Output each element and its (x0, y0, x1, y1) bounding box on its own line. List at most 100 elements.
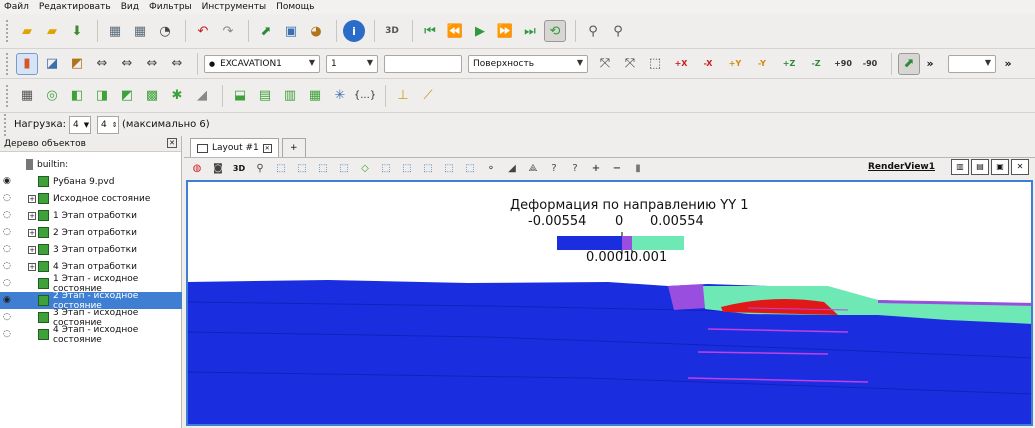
select-points-icon[interactable]: ⬚ (293, 160, 311, 176)
axes-icon[interactable]: ⊥ (392, 85, 414, 107)
info-icon[interactable]: i (343, 20, 365, 42)
extract-level-icon[interactable]: ▥ (279, 85, 301, 107)
grow-selection-icon[interactable]: ⚬ (482, 160, 500, 176)
toolbar-grip[interactable] (6, 20, 10, 42)
find-data-icon[interactable]: ⚲ (582, 20, 604, 42)
open-recent-icon[interactable]: ▰ (41, 20, 63, 42)
loop-icon[interactable]: ⟲ (544, 20, 566, 42)
select-points-on-icon[interactable]: ⬚ (461, 160, 479, 176)
representation-combo[interactable]: Поверхность ▼ (468, 54, 588, 73)
reset-camera-icon[interactable]: ◍ (188, 160, 206, 176)
trash-icon[interactable]: ▮ (629, 160, 647, 176)
blank-field[interactable] (384, 54, 462, 73)
save-state-icon[interactable]: ▦ (104, 20, 126, 42)
rotate-plus-90-icon[interactable]: +90 (831, 53, 855, 75)
menu-edit[interactable]: Редактировать (39, 2, 111, 12)
first-frame-icon[interactable]: ⏮ (419, 20, 441, 42)
tree-item[interactable]: ◌ 3 Этап - исходное состояние (0, 308, 182, 328)
disconnect-icon[interactable]: ▣ (280, 20, 302, 42)
overflow-combo[interactable]: ▼ (948, 54, 996, 73)
redo-icon[interactable]: ↷ (217, 20, 239, 42)
rescale-icon[interactable]: ◩ (66, 53, 88, 75)
eye-hidden-icon[interactable]: ◌ (3, 262, 17, 271)
rescale-visible-icon[interactable]: ⇔ (116, 53, 138, 75)
close-tab-icon[interactable]: ✕ (262, 143, 272, 153)
toolbar-grip[interactable] (6, 52, 10, 75)
capture-screenshot-icon[interactable]: ◙ (209, 160, 227, 176)
toolbar-grip[interactable] (4, 113, 8, 136)
eye-hidden-icon[interactable]: ◌ (3, 279, 17, 288)
expand-icon[interactable]: + (28, 228, 36, 237)
query-icon[interactable]: ⚲ (607, 20, 629, 42)
ruler-icon[interactable]: ⟋ (417, 85, 439, 107)
add-tab-button[interactable]: + (281, 138, 306, 157)
group-datasets-icon[interactable]: ▤ (254, 85, 276, 107)
render-view[interactable]: Деформация по направлению YY 1 -0.00554 … (186, 180, 1033, 426)
eye-hidden-icon[interactable]: ◌ (3, 194, 17, 203)
clip-icon[interactable]: ◧ (66, 85, 88, 107)
render-view-label[interactable]: RenderView1 (868, 162, 935, 172)
extract-subset-icon[interactable]: ▩ (141, 85, 163, 107)
maximize-icon[interactable]: ▣ (991, 159, 1009, 175)
menu-filters[interactable]: Фильтры (149, 2, 192, 12)
point-query-icon[interactable]: ? (566, 160, 584, 176)
edit-color-map-icon[interactable]: ◪ (41, 53, 63, 75)
3d-icon[interactable]: 3D (381, 20, 403, 42)
toolbar-overflow-icon-2[interactable]: » (1002, 53, 1014, 75)
interactive-select-icon[interactable]: ⬚ (377, 160, 395, 176)
view-plus-x-icon[interactable]: +X (669, 53, 693, 75)
zoom-box-icon[interactable]: ⚲ (251, 160, 269, 176)
view-minus-x-icon[interactable]: -X (696, 53, 720, 75)
glyph-icon[interactable]: ✱ (166, 85, 188, 107)
menu-tools[interactable]: Инструменты (202, 2, 266, 12)
tab-layout-1[interactable]: Layout #1 ✕ (190, 138, 279, 157)
interaction-mode-icon[interactable]: ⬈ (898, 52, 920, 75)
expand-icon[interactable]: + (28, 194, 36, 203)
expand-icon[interactable]: + (28, 245, 36, 254)
eye-hidden-icon[interactable]: ◌ (3, 313, 17, 322)
threshold-icon[interactable]: ◩ (116, 85, 138, 107)
programmable-filter-icon[interactable]: {...} (354, 85, 376, 107)
timer-icon[interactable]: ◔ (154, 20, 176, 42)
select-frustum-icon[interactable]: ⬚ (314, 160, 332, 176)
remove-icon[interactable]: − (608, 160, 626, 176)
find-icon[interactable]: ⟁ (524, 160, 542, 176)
toggle-color-legend-icon[interactable]: ▮ (16, 52, 38, 75)
close-icon[interactable]: ✕ (167, 138, 177, 148)
slice-icon[interactable]: ◨ (91, 85, 113, 107)
play-icon[interactable]: ▶ (469, 20, 491, 42)
load-spinbox-1[interactable]: 4 ▼ (69, 115, 92, 134)
select-cells-icon[interactable]: ⬚ (272, 160, 290, 176)
eye-hidden-icon[interactable]: ◌ (3, 211, 17, 220)
warp-by-vector-icon[interactable]: ⬓ (229, 85, 251, 107)
close-view-icon[interactable]: ✕ (1011, 159, 1029, 175)
rescale-custom-icon[interactable]: ⇔ (91, 53, 113, 75)
undo-icon[interactable]: ↶ (192, 20, 214, 42)
menu-view[interactable]: Вид (121, 2, 139, 12)
load-state-icon[interactable]: ▦ (129, 20, 151, 42)
eye-hidden-icon[interactable]: ◌ (3, 330, 17, 339)
select-block-icon[interactable]: ⬚ (335, 160, 353, 176)
tree-item-selected[interactable]: ◉ 2 Этап - исходное состояние (0, 291, 182, 311)
select-polygon-icon[interactable]: ◇ (356, 160, 374, 176)
add-icon[interactable]: + (587, 160, 605, 176)
eye-visible-icon[interactable]: ◉ (3, 177, 17, 186)
dataset-combo[interactable]: ● EXCAVATION1 ▼ (204, 54, 320, 73)
shrink-selection-icon[interactable]: ◢ (503, 160, 521, 176)
view-3d-toggle[interactable]: 3D (230, 160, 248, 176)
previous-frame-icon[interactable]: ⏪ (444, 20, 466, 42)
split-horizontal-icon[interactable]: ▥ (951, 159, 969, 175)
reset-camera-icon[interactable]: ⤧ (594, 53, 616, 75)
connect-icon[interactable]: ⬈ (255, 20, 277, 42)
component-combo[interactable]: 1 ▼ (326, 54, 378, 73)
open-folder-icon[interactable]: ▰ (16, 20, 38, 42)
hover-query-icon[interactable]: ? (545, 160, 563, 176)
rescale-temporal-icon[interactable]: ⇔ (141, 53, 163, 75)
zoom-to-data-icon[interactable]: ⤧ (619, 53, 641, 75)
tree-item[interactable]: ◌ 1 Этап - исходное состояние (0, 274, 182, 294)
view-plus-y-icon[interactable]: +Y (723, 53, 747, 75)
load-spinbox-2[interactable]: 4 ⇕ (97, 115, 120, 134)
view-plus-z-icon[interactable]: +Z (777, 53, 801, 75)
tree-item[interactable]: ◌ + 1 Этап отработки (0, 207, 182, 224)
python-filter-icon[interactable]: ✳ (329, 85, 351, 107)
